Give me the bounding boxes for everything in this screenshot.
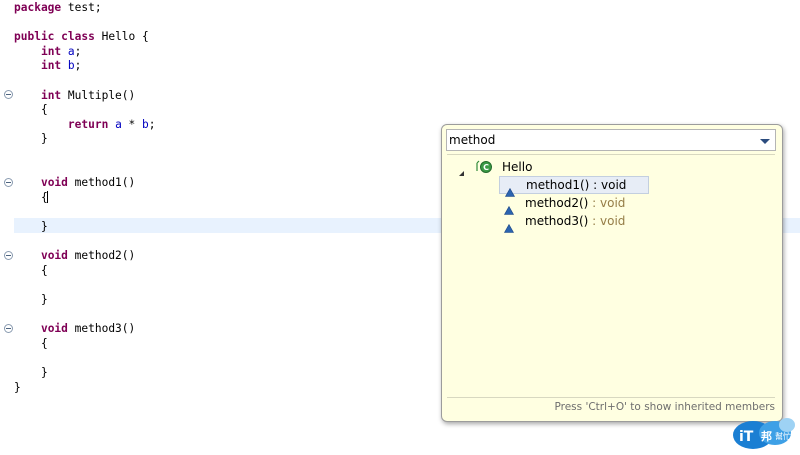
code-keyword: int [40, 59, 62, 72]
outline-tree[interactable]: C Hello method1() : void method2() : void… [447, 154, 775, 397]
code-keyword: return [67, 118, 109, 131]
outline-filter-input[interactable] [449, 132, 749, 148]
member-label: method1() : void [526, 177, 626, 194]
code-text: method1() [67, 176, 136, 189]
chevron-down-icon[interactable] [759, 136, 771, 146]
fold-collapse-icon[interactable] [4, 324, 13, 333]
outline-member-2[interactable]: method2() : void [499, 195, 649, 215]
code-text: method3() [67, 322, 136, 335]
code-text: ; [74, 45, 82, 58]
code-line[interactable]: } [14, 131, 48, 146]
code-keyword: void [40, 176, 68, 189]
tree-node-class[interactable]: C Hello [447, 158, 775, 176]
default-method-icon [504, 182, 516, 197]
code-text: test; [61, 1, 102, 14]
svg-text:邦: 邦 [761, 429, 772, 443]
code-line[interactable]: { [14, 336, 48, 351]
member-return-type: : void [588, 214, 626, 228]
expand-triangle-icon[interactable] [458, 164, 465, 176]
code-text: } [14, 381, 21, 394]
outline-member-1[interactable]: method1() : void [499, 176, 649, 197]
code-text: } [14, 132, 48, 145]
code-text: ; [148, 118, 156, 131]
code-line[interactable]: void method3() [14, 321, 135, 336]
code-line[interactable]: public class Hello { [14, 29, 149, 44]
text-cursor [46, 191, 48, 203]
code-line[interactable]: int a; [14, 44, 81, 59]
class-icon: C [475, 160, 493, 174]
fold-collapse-icon[interactable] [4, 90, 13, 99]
fold-collapse-icon[interactable] [4, 178, 13, 187]
member-label: method3() : void [525, 213, 625, 230]
member-name: method2() [525, 196, 589, 210]
code-text: } [14, 220, 48, 233]
code-line[interactable]: void method1() [14, 175, 135, 190]
code-keyword: public [14, 30, 55, 43]
code-keyword: package [14, 1, 62, 14]
code-keyword: int [40, 89, 62, 102]
ithome-logo: iT 邦 幫忙 [731, 415, 797, 451]
code-text: ; [74, 59, 82, 72]
code-text: Multiple() [61, 89, 136, 102]
code-keyword: void [40, 249, 68, 262]
code-line[interactable]: { [14, 190, 48, 205]
svg-text:iT: iT [739, 429, 754, 445]
code-line[interactable]: } [14, 292, 48, 307]
outline-member-3[interactable]: method3() : void [499, 213, 649, 233]
default-method-icon [503, 200, 515, 215]
code-field: a [115, 118, 122, 131]
svg-text:C: C [483, 163, 489, 172]
code-text: } [14, 366, 48, 379]
quick-outline-popup: C Hello method1() : voidmethod2() : void… [441, 124, 783, 422]
code-line[interactable]: } [14, 380, 21, 395]
member-name: method3() [525, 214, 589, 228]
member-return-type: : void [589, 178, 627, 192]
code-text: * [121, 118, 143, 131]
code-line[interactable]: return a * b; [14, 117, 156, 132]
code-line[interactable]: { [14, 102, 48, 117]
status-hint-text: Press 'Ctrl+O' to show inherited members [554, 401, 775, 413]
member-name: method1() [526, 178, 590, 192]
code-text: { [14, 264, 48, 277]
code-field: b [142, 118, 149, 131]
code-line[interactable]: int b; [14, 58, 81, 73]
code-line[interactable]: } [14, 365, 48, 380]
code-field: b [67, 59, 75, 72]
code-text: { [14, 191, 48, 204]
code-line[interactable]: int Multiple() [14, 88, 135, 103]
default-method-icon [503, 218, 515, 233]
code-text: { [14, 103, 48, 116]
code-line[interactable]: } [14, 219, 48, 234]
fold-collapse-icon[interactable] [4, 251, 13, 260]
code-text: } [14, 293, 48, 306]
code-text: Hello { [94, 30, 149, 43]
code-line[interactable]: package test; [14, 0, 102, 15]
member-return-type: : void [588, 196, 626, 210]
code-field: a [67, 45, 75, 58]
code-text: method2() [67, 249, 136, 262]
member-label: method2() : void [525, 195, 625, 212]
class-name-label: Hello [502, 160, 533, 174]
svg-text:幫忙: 幫忙 [775, 431, 791, 441]
outline-status-bar: Press 'Ctrl+O' to show inherited members [447, 397, 775, 418]
code-keyword: int [40, 45, 62, 58]
code-text: { [14, 337, 48, 350]
outline-filter-field[interactable] [446, 129, 776, 151]
code-line[interactable]: void method2() [14, 248, 135, 263]
code-keyword: class [61, 30, 95, 43]
code-keyword: void [40, 322, 68, 335]
code-line[interactable]: { [14, 263, 48, 278]
